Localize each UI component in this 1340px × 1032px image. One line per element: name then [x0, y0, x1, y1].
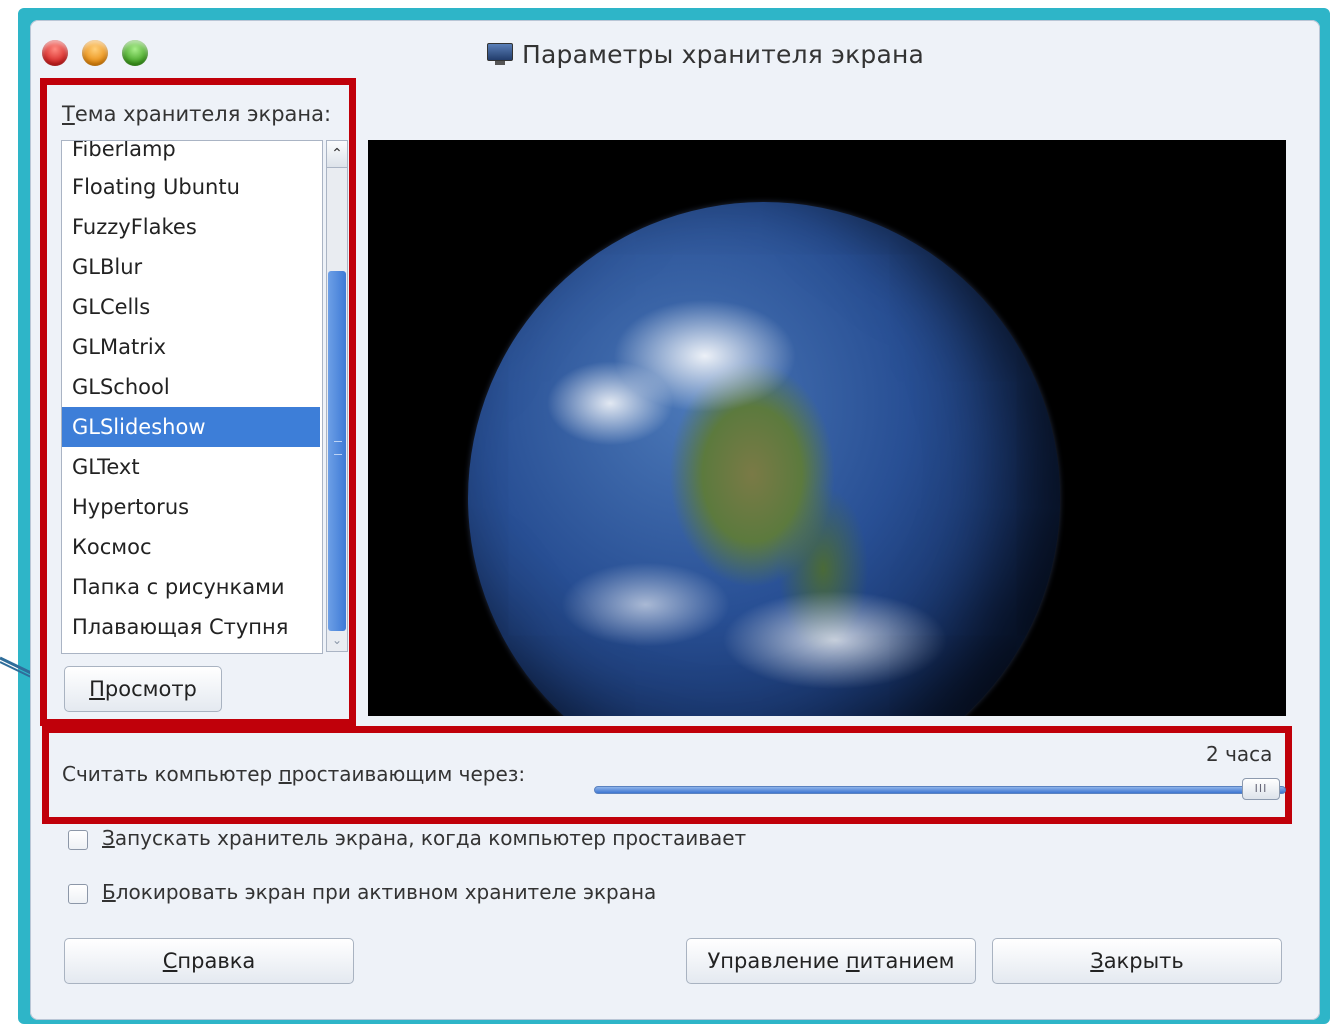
- screensaver-preview: [368, 140, 1286, 716]
- monitor-icon: [486, 42, 514, 66]
- theme-label: Тема хранителя экрана:: [62, 102, 332, 126]
- idle-delay-slider-handle[interactable]: III: [1242, 778, 1280, 800]
- window-title: Параметры хранителя экрана: [486, 38, 924, 70]
- theme-list[interactable]: Fiberlamp Floating Ubuntu FuzzyFlakes GL…: [61, 140, 323, 654]
- close-window-button[interactable]: [42, 40, 68, 66]
- list-item[interactable]: GLSchool: [62, 367, 320, 407]
- close-button[interactable]: Закрыть: [992, 938, 1282, 984]
- earth-globe-image: [468, 202, 1060, 716]
- preview-button[interactable]: Просмотр: [64, 666, 222, 712]
- activate-screensaver-label[interactable]: Запускать хранитель экрана, когда компью…: [102, 826, 746, 850]
- list-item[interactable]: GLText: [62, 447, 320, 487]
- list-item[interactable]: GLCells: [62, 287, 320, 327]
- screensaver-settings-window: Параметры хранителя экрана Тема хранител…: [30, 20, 1320, 1020]
- maximize-window-button[interactable]: [122, 40, 148, 66]
- idle-delay-value: 2 часа: [1206, 742, 1273, 766]
- list-item[interactable]: Fiberlamp: [62, 141, 320, 169]
- list-item[interactable]: FuzzyFlakes: [62, 207, 320, 247]
- activate-screensaver-checkbox[interactable]: [68, 830, 88, 850]
- list-item[interactable]: GLMatrix: [62, 327, 320, 367]
- scroll-thumb[interactable]: [328, 271, 346, 631]
- list-item[interactable]: Плавающая Ступня: [62, 607, 320, 647]
- power-management-button[interactable]: Управление питанием: [686, 938, 976, 984]
- list-item[interactable]: Floating Ubuntu: [62, 167, 320, 207]
- idle-delay-label: Считать компьютер простаивающим через:: [62, 762, 526, 786]
- window-title-text: Параметры хранителя экрана: [522, 39, 925, 69]
- theme-list-scrollbar[interactable]: ⌃ ⌄: [326, 140, 348, 652]
- minimize-window-button[interactable]: [82, 40, 108, 66]
- list-item-selected[interactable]: GLSlideshow: [62, 407, 320, 447]
- scroll-down-arrow-icon[interactable]: ⌄: [327, 629, 347, 651]
- scroll-up-arrow-icon[interactable]: ⌃: [327, 141, 347, 168]
- list-item[interactable]: Папка с рисунками: [62, 567, 320, 607]
- help-button[interactable]: Справка: [64, 938, 354, 984]
- list-item[interactable]: Космос: [62, 527, 320, 567]
- lock-screen-checkbox[interactable]: [68, 884, 88, 904]
- list-item[interactable]: Hypertorus: [62, 487, 320, 527]
- list-item[interactable]: GLBlur: [62, 247, 320, 287]
- idle-delay-slider[interactable]: [594, 786, 1286, 794]
- lock-screen-label[interactable]: Блокировать экран при активном хранителе…: [102, 880, 656, 904]
